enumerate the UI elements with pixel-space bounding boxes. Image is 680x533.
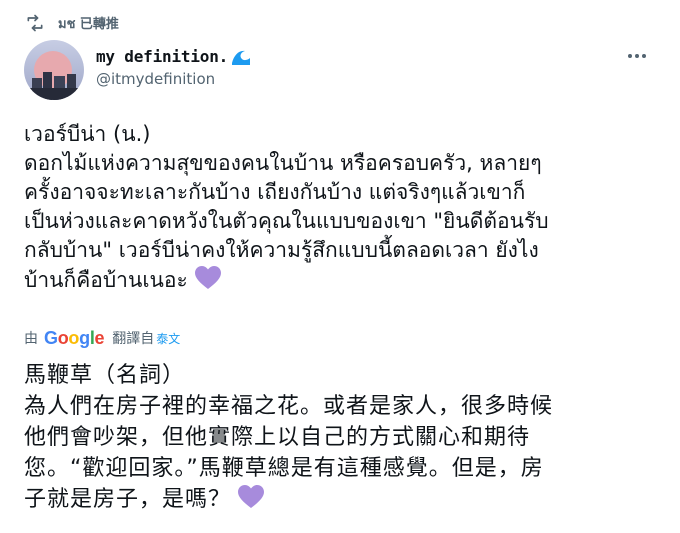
author-block[interactable]: my definition. @itmydefinition: [96, 44, 252, 90]
purple-heart-icon: [194, 265, 222, 299]
translated-from-label: 翻譯自: [112, 331, 155, 347]
tweet-text: เวอร์บีน่า (น.) ดอกไม้แห่งความสุขของคนใน…: [24, 122, 549, 292]
source-language-link[interactable]: 泰文: [156, 330, 180, 347]
display-name: my definition.: [96, 46, 229, 66]
wave-icon: [230, 46, 252, 66]
tweet-body: เวอร์บีน่า (น.) ดอกไม้แห่งความสุขของคนใน…: [24, 120, 664, 299]
translated-text: 馬鞭草（名詞） 為人們在房子裡的幸福之花。或者是家人，很多時候 他們會吵架，但他…: [24, 363, 554, 512]
purple-heart-icon: [237, 484, 265, 519]
retweet-icon: [24, 12, 46, 34]
retweet-context: มช 已轉推: [24, 12, 119, 34]
more-horizontal-icon: [628, 54, 646, 58]
retweet-label: มช 已轉推: [58, 16, 119, 32]
author-handle: @itmydefinition: [96, 70, 216, 88]
more-options-button[interactable]: [622, 44, 652, 68]
translation-attribution: 由 Google 翻譯自 泰文: [24, 326, 180, 350]
translated-body: 馬鞭草（名詞） 為人們在房子裡的幸福之花。或者是家人，很多時候 他們會吵架，但他…: [24, 360, 664, 519]
google-logo: Google: [44, 327, 105, 348]
avatar[interactable]: [24, 40, 84, 100]
author-name[interactable]: my definition.: [96, 44, 252, 68]
translated-by-label: 由: [24, 331, 38, 347]
moon-city-avatar: [24, 40, 84, 100]
